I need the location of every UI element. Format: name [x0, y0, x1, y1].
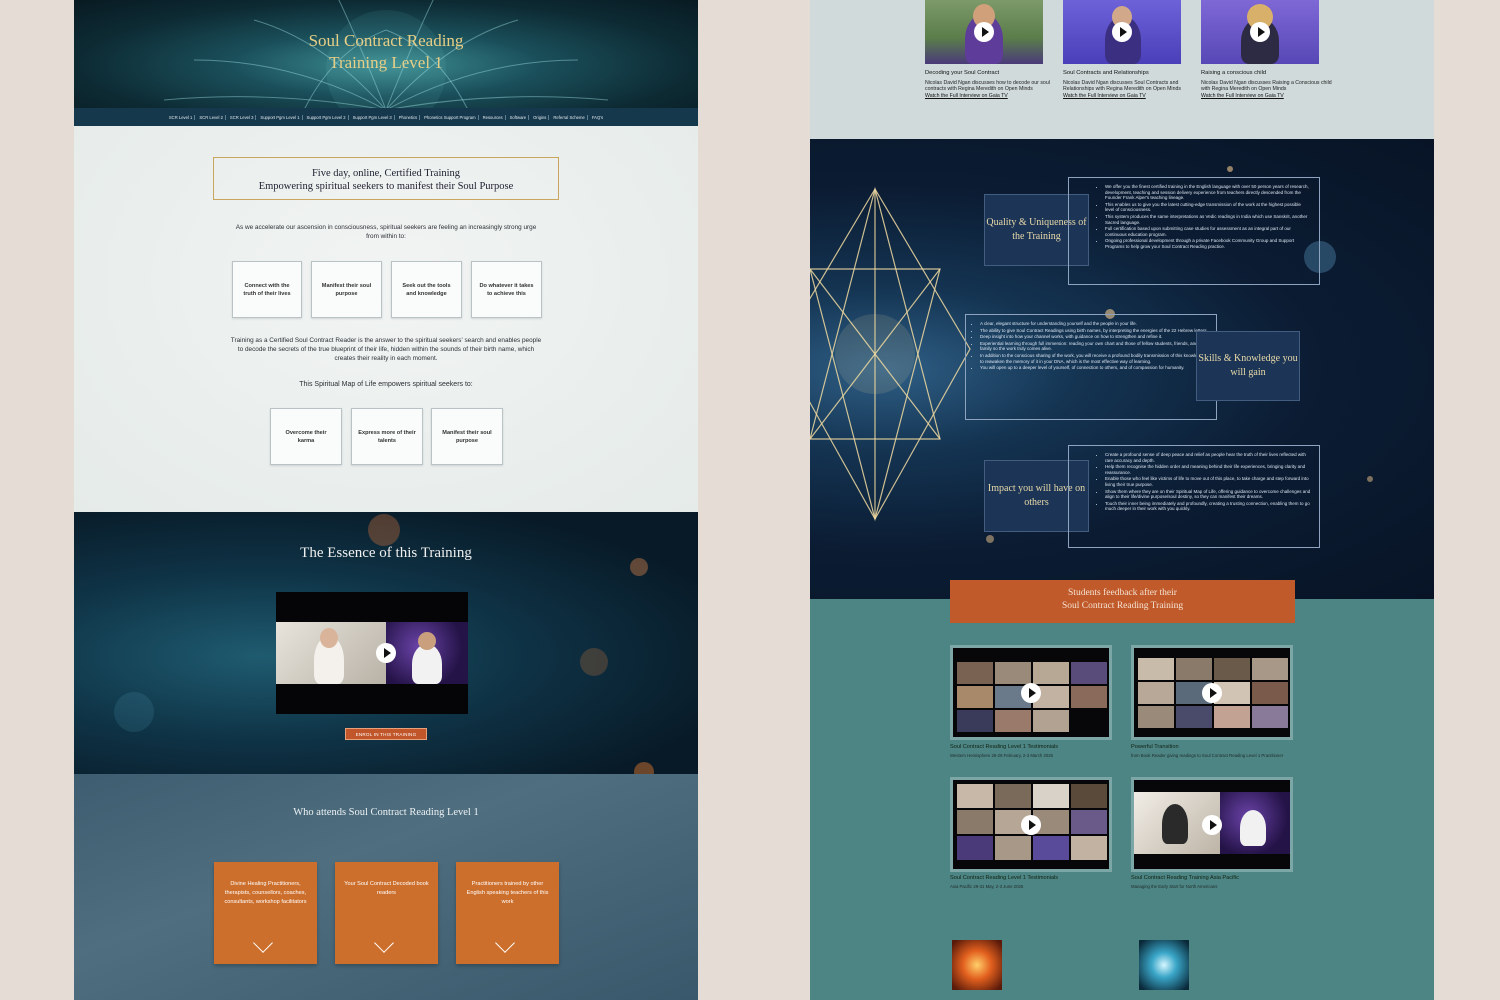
training-text: Training as a Certified Soul Contract Re… [230, 337, 542, 362]
nav-item[interactable]: Support Pgm Level 3 [351, 114, 395, 120]
list-item: We offer you the finest certified traini… [1105, 184, 1311, 201]
testimonial-caption: Powerful Transition from Book Reader giv… [1131, 744, 1284, 758]
quality-list: We offer you the finest certified traini… [1068, 177, 1320, 285]
mandala-blue-image [1139, 940, 1189, 990]
chevron-down-icon[interactable] [495, 933, 515, 953]
student-feedback-section: Students feedback after their Soul Contr… [810, 580, 1434, 1000]
nav-item[interactable]: Phonetics Support Program [422, 114, 479, 120]
list-item: This system produces the same interpreta… [1105, 214, 1311, 225]
list-item: The ability to give Soul Contract Readin… [980, 328, 1208, 334]
play-icon[interactable] [1021, 815, 1041, 835]
empower-card: Express more of their talents [351, 408, 423, 465]
interviews-section: Decoding your Soul Contract Nicolas Davi… [810, 0, 1434, 139]
nav-item[interactable]: Support Pgm Level 1 [258, 114, 303, 120]
play-icon[interactable] [974, 22, 994, 42]
play-icon[interactable] [1202, 683, 1222, 703]
gaia-link[interactable]: Watch the Full Interview on Gaia TV [925, 93, 1065, 100]
testimonial-caption: Soul Contract Reading Level 1 Testimonia… [950, 875, 1059, 889]
attendee-card-text: Practitioners trained by other English s… [466, 881, 549, 905]
enrol-button[interactable]: ENROL IN THIS TRAINING [345, 728, 427, 740]
skills-list: A clear, elegant structure for understan… [965, 314, 1217, 420]
urge-card: Do whatever it takes to achieve this [471, 261, 542, 318]
intro-headline-box: Five day, online, Certified Training Emp… [213, 157, 559, 200]
testimonial-video[interactable] [950, 645, 1112, 740]
nav-item[interactable]: FAQ's [590, 115, 605, 120]
list-item: A clear, elegant structure for understan… [980, 321, 1208, 327]
list-item: Create a profound sense of deep peace an… [1105, 452, 1311, 463]
chevron-down-icon[interactable] [253, 933, 273, 953]
training-benefits-section: Quality & Uniqueness of the Training We … [810, 139, 1434, 599]
attendee-card-text: Divine Healing Practitioners, therapists… [224, 881, 307, 905]
impact-list: Create a profound sense of deep peace an… [1068, 445, 1320, 548]
gaia-link[interactable]: Watch the Full Interview on Gaia TV [1201, 93, 1341, 100]
urge-card: Seek out the tools and knowledge [391, 261, 462, 318]
list-item: Touch their inner being immediately and … [1105, 501, 1311, 512]
video-caption: Soul Contracts and Relationships Nicolas… [1063, 70, 1203, 99]
play-icon[interactable] [1021, 683, 1041, 703]
testimonial-caption: Soul Contract Reading Training Asia Paci… [1131, 875, 1239, 889]
testimonial-video[interactable] [950, 777, 1112, 872]
list-item: You will open up to a deeper level of yo… [980, 365, 1208, 371]
list-item: Deep insight into how your channel works… [980, 334, 1208, 340]
map-text: This Spiritual Map of Life empowers spir… [299, 381, 473, 388]
attends-title: Who attends Soul Contract Reading Level … [293, 807, 479, 818]
empower-card: Manifest their soul purpose [431, 408, 503, 465]
attendee-card[interactable]: Practitioners trained by other English s… [456, 862, 559, 964]
play-icon[interactable] [1250, 22, 1270, 42]
list-item: In addition to the conscious sharing of … [980, 353, 1208, 364]
attendee-card-text: Your Soul Contract Decoded book readers [344, 881, 429, 896]
list-item: This enables us to give you the latest c… [1105, 202, 1311, 213]
mandala-orange-image [952, 940, 1002, 990]
testimonial-caption: Soul Contract Reading Level 1 Testimonia… [950, 744, 1059, 758]
nav-item[interactable]: Software [508, 114, 530, 120]
list-item: Ongoing professional development through… [1105, 238, 1311, 249]
urge-card: Connect with the truth of their lives [232, 261, 302, 318]
video-thumbnail[interactable] [925, 0, 1043, 64]
list-item: Show them where they are on their Spirit… [1105, 489, 1311, 500]
list-item: Experiential learning through full immer… [980, 341, 1208, 352]
attendee-card[interactable]: Divine Healing Practitioners, therapists… [214, 862, 317, 964]
left-page-screenshot: Soul Contract Reading Training Level 1 S… [74, 0, 698, 1000]
list-item: Help them recognise the hidden order and… [1105, 464, 1311, 475]
essence-title: The Essence of this Training [300, 545, 472, 561]
nav-item[interactable]: SCR Level 2 [197, 114, 226, 120]
play-icon[interactable] [376, 643, 396, 663]
nav-item[interactable]: SCR Level 1 [167, 114, 196, 120]
list-item: Full certification based upon submitting… [1105, 226, 1311, 237]
nav-item[interactable]: Support Pgm Level 2 [305, 114, 349, 120]
intro-section: Five day, online, Certified Training Emp… [74, 126, 698, 512]
empower-card: Overcome their karma [270, 408, 342, 465]
list-item: Enable those who feel like victims of li… [1105, 476, 1311, 487]
attends-section: Who attends Soul Contract Reading Level … [74, 774, 698, 1000]
intro-text: As we accelerate our ascension in consci… [235, 224, 537, 240]
nav-item[interactable]: Phonetics [397, 114, 421, 120]
video-caption: Decoding your Soul Contract Nicolas Davi… [925, 70, 1065, 99]
testimonial-video[interactable] [1131, 645, 1293, 740]
video-caption: Raising a conscious child Nicolas David … [1201, 70, 1341, 99]
testimonial-video[interactable] [1131, 777, 1293, 872]
play-icon[interactable] [1112, 22, 1132, 42]
main-navigation: SCR Level 1 SCR Level 2 SCR Level 3 Supp… [74, 108, 698, 126]
feedback-title: Students feedback after their Soul Contr… [950, 580, 1295, 623]
essence-video-player[interactable] [276, 592, 468, 714]
video-thumbnail[interactable] [1063, 0, 1181, 64]
hero-title: Soul Contract Reading Training Level 1 [308, 31, 464, 72]
skills-title: Skills & Knowledge you will gain [1196, 331, 1300, 401]
chevron-down-icon[interactable] [374, 933, 394, 953]
nav-item[interactable]: Referral Scheme [551, 114, 588, 120]
nav-item[interactable]: Origins [531, 114, 550, 120]
attendee-card[interactable]: Your Soul Contract Decoded book readers [335, 862, 438, 964]
nav-item[interactable]: Resources [481, 114, 506, 120]
gaia-link[interactable]: Watch the Full Interview on Gaia TV [1063, 93, 1203, 100]
hero-banner: Soul Contract Reading Training Level 1 [74, 0, 698, 108]
nav-item[interactable]: SCR Level 3 [228, 114, 257, 120]
video-presenter-left [276, 622, 386, 684]
play-icon[interactable] [1202, 815, 1222, 835]
right-page-screenshot: Decoding your Soul Contract Nicolas Davi… [810, 0, 1434, 1000]
video-presenter-right [386, 622, 468, 684]
video-thumbnail[interactable] [1201, 0, 1319, 64]
urge-card: Manifest their soul purpose [311, 261, 382, 318]
essence-section: The Essence of this Training ENROL IN TH… [74, 512, 698, 774]
